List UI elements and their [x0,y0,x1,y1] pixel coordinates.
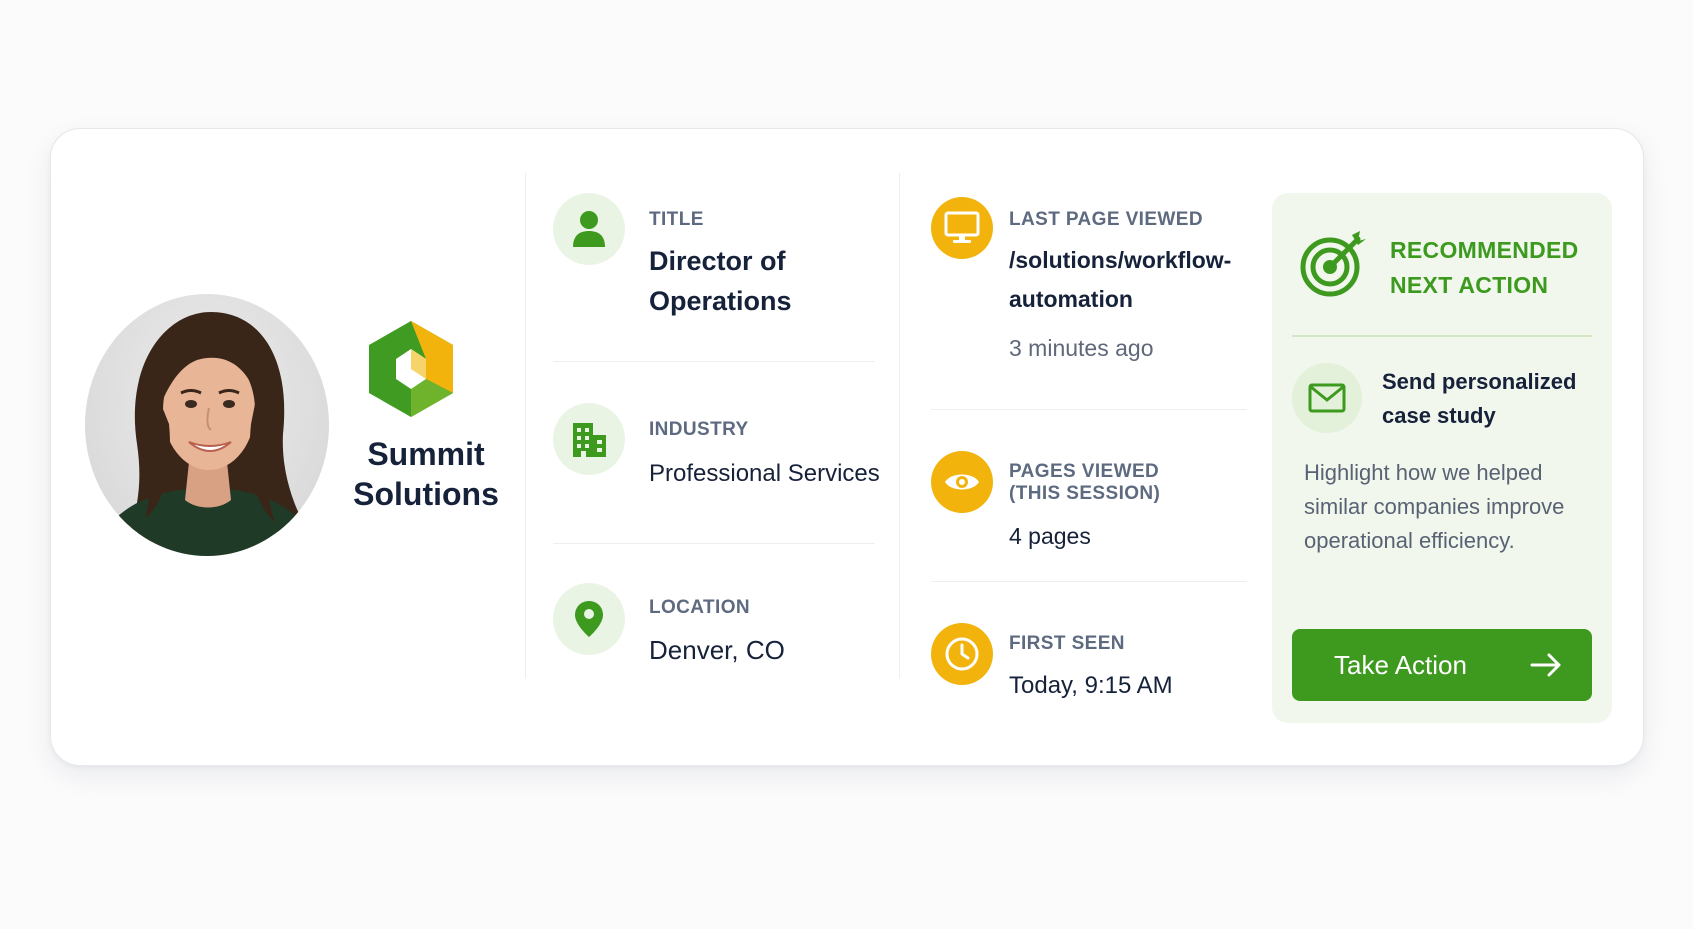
pages-viewed-icon-wrap [931,451,993,513]
last-page-icon-wrap [931,197,993,259]
map-pin-icon [575,601,603,637]
last-page-time: 3 minutes ago [1009,335,1154,361]
recommendation-title: RECOMMENDED NEXT ACTION [1390,233,1590,303]
first-seen-icon-wrap [931,623,993,685]
pages-viewed-label-line2: (THIS SESSION) [1009,483,1161,504]
location-icon-wrap [553,583,625,655]
mail-icon-wrap [1292,363,1362,433]
title-value: Director of Operations [649,246,792,316]
monitor-icon [944,211,980,243]
last-page-label: LAST PAGE VIEWED [1009,209,1203,230]
take-action-button[interactable]: Take Action [1292,629,1592,701]
location-label: LOCATION [649,597,751,618]
recommendation-description: Highlight how we helped similar companie… [1304,460,1565,553]
industry-value: Professional Services [649,460,880,487]
industry-label: INDUSTRY [649,419,749,440]
recommendation-title-line1: RECOMMENDED [1390,237,1579,263]
column-divider [525,173,526,678]
industry-icon-wrap [553,403,625,475]
location-value: Denver, CO [649,635,785,665]
lead-profile-card: Summit Solutions TITLE Director of Opera… [50,128,1644,766]
recommendation-title-line2: NEXT ACTION [1390,272,1549,298]
first-seen-label: FIRST SEEN [1009,633,1125,654]
row-divider [931,581,1247,582]
pages-viewed-label-line1: PAGES VIEWED [1009,461,1160,482]
building-icon [573,423,606,457]
arrow-right-icon [1530,653,1561,677]
company-name: Summit Solutions [353,436,499,512]
row-divider [931,409,1247,410]
target-icon [1298,227,1370,304]
last-page-value-line1: /solutions/workflow- [1009,247,1232,273]
first-seen-value: Today, 9:15 AM [1009,672,1173,699]
title-icon-wrap [553,193,625,265]
recommended-action: Send personalized case study [1382,369,1577,428]
recommendation-divider [1292,335,1592,337]
pages-viewed-value: 4 pages [1009,523,1091,549]
company-logo [366,319,456,424]
column-divider [899,173,900,678]
eye-icon [945,474,979,490]
person-icon [573,211,605,247]
mail-icon [1308,383,1346,413]
row-divider [553,361,875,362]
row-divider [553,543,875,544]
avatar [85,294,329,556]
recommendation-panel: RECOMMENDED NEXT ACTION Send personalize… [1272,193,1612,723]
last-page-value-line2: automation [1009,286,1133,312]
take-action-label: Take Action [1334,649,1467,680]
title-label: TITLE [649,209,704,230]
clock-icon [945,637,979,671]
